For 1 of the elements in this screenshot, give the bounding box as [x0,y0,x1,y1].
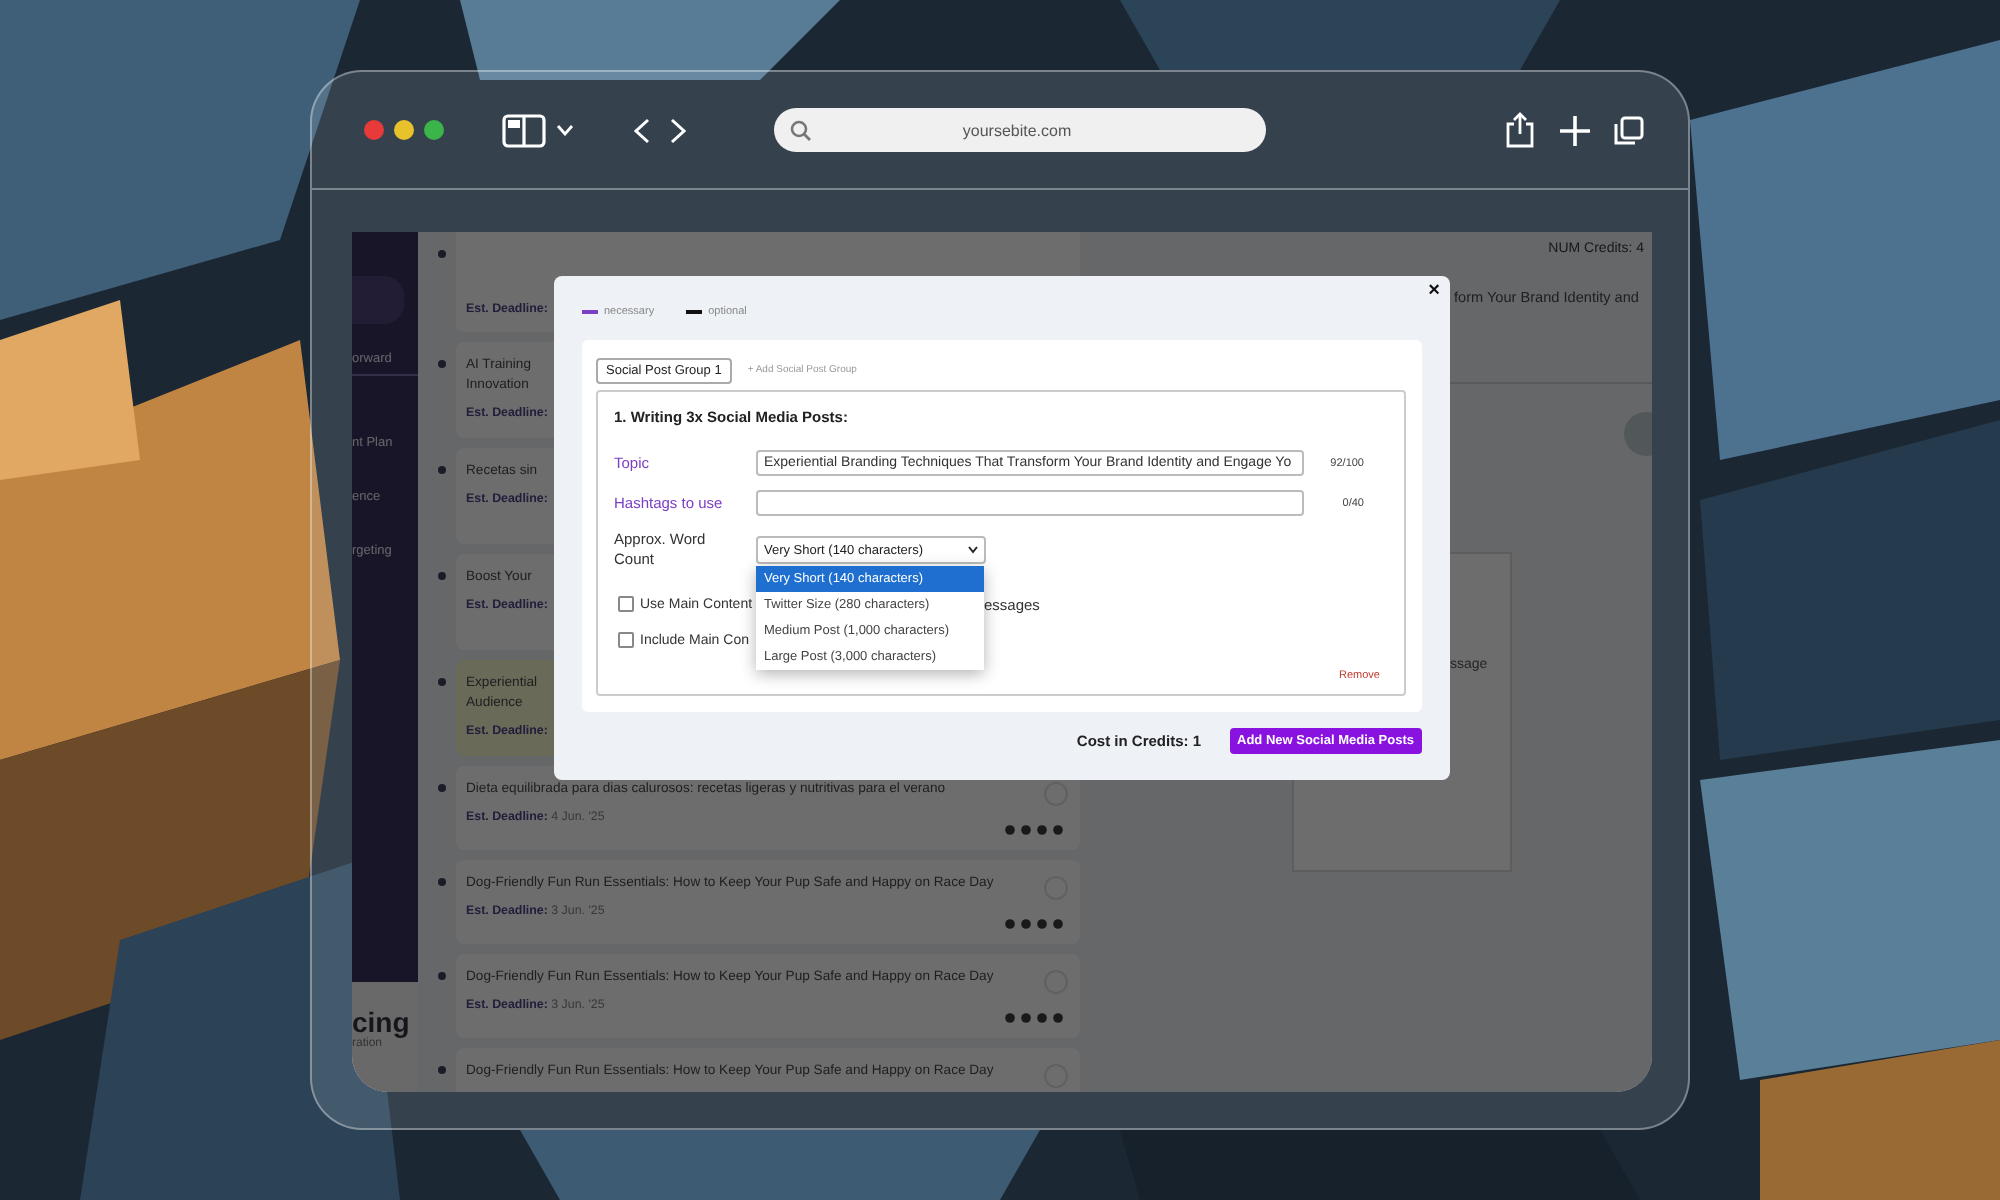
footer-title: cing [352,1006,412,1038]
